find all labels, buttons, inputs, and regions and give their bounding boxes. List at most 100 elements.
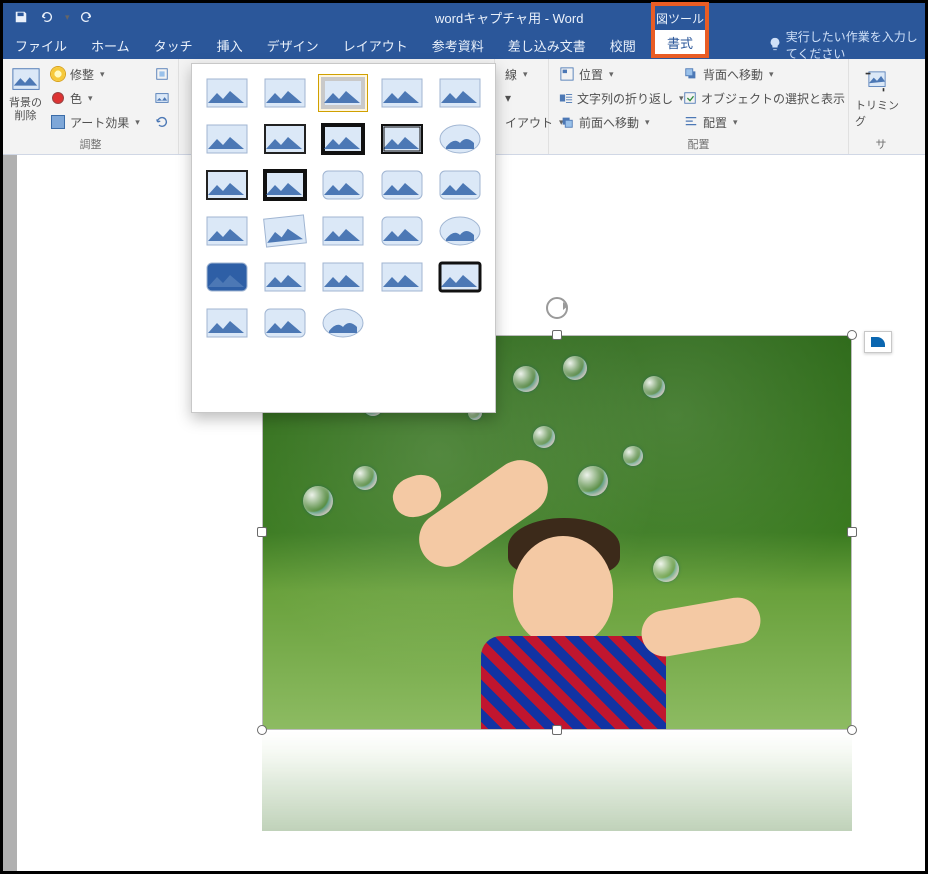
picture-style-option[interactable] bbox=[318, 304, 368, 342]
child-figure bbox=[373, 486, 733, 730]
tab-home[interactable]: ホーム bbox=[79, 31, 142, 59]
position-label: 位置 bbox=[579, 66, 603, 83]
color-button[interactable]: 色 ▾ bbox=[46, 87, 144, 109]
group-arrange-label: 配置 bbox=[555, 136, 842, 152]
picture-style-option[interactable] bbox=[202, 304, 252, 342]
wrap-text-button[interactable]: 文字列の折り返し▾ bbox=[555, 87, 675, 109]
chevron-down-icon: ▾ bbox=[100, 69, 105, 80]
tell-me-box[interactable]: 実行したい作業を入力してください bbox=[698, 31, 925, 59]
chevron-down-icon: ▾ bbox=[645, 117, 650, 128]
picture-style-option[interactable] bbox=[260, 258, 310, 296]
color-icon bbox=[50, 90, 66, 106]
tab-design[interactable]: デザイン bbox=[255, 31, 331, 59]
undo-icon[interactable] bbox=[37, 7, 57, 27]
layout-options-button[interactable] bbox=[864, 331, 892, 353]
picture-style-option[interactable] bbox=[435, 166, 485, 204]
picture-style-option[interactable] bbox=[202, 212, 252, 250]
picture-style-option[interactable] bbox=[377, 258, 427, 296]
rotate-handle[interactable] bbox=[546, 297, 568, 319]
picture-style-option[interactable] bbox=[435, 120, 485, 158]
picture-style-option[interactable] bbox=[318, 212, 368, 250]
wrap-label: 文字列の折り返し bbox=[577, 90, 673, 107]
picture-style-option[interactable] bbox=[202, 74, 252, 112]
picture-style-option[interactable] bbox=[377, 120, 427, 158]
send-backward-button[interactable]: 背面へ移動 ▾ bbox=[679, 63, 839, 85]
picture-style-option[interactable] bbox=[260, 212, 310, 250]
format-tab-highlight: 書式 bbox=[651, 30, 709, 58]
remove-background-button[interactable]: 背景の 削除 bbox=[9, 63, 42, 122]
tab-mailings[interactable]: 差し込み文書 bbox=[496, 31, 598, 59]
compress-icon bbox=[154, 66, 170, 82]
picture-reflection bbox=[262, 731, 852, 831]
picture-style-option[interactable] bbox=[318, 166, 368, 204]
resize-handle-w[interactable] bbox=[257, 527, 267, 537]
align-button[interactable]: 配置▾ bbox=[679, 111, 839, 133]
tab-format[interactable]: 書式 bbox=[655, 30, 705, 54]
crop-icon bbox=[862, 65, 892, 95]
resize-handle-ne[interactable] bbox=[847, 330, 857, 340]
chevron-down-icon: ▾ bbox=[609, 69, 614, 80]
group-arrange: 位置▾ 文字列の折り返し▾ 前面へ移動▾ 背面へ移動▾ オブ bbox=[549, 59, 849, 154]
tell-me-placeholder: 実行したい作業を入力してください bbox=[786, 28, 925, 62]
picture-style-option[interactable] bbox=[435, 212, 485, 250]
picture-style-option[interactable] bbox=[318, 120, 368, 158]
left-gutter bbox=[3, 155, 17, 871]
selection-icon bbox=[683, 90, 697, 106]
tab-insert[interactable]: 挿入 bbox=[205, 31, 255, 59]
picture-style-option[interactable] bbox=[318, 74, 368, 112]
picture-style-option[interactable] bbox=[377, 212, 427, 250]
resize-handle-se[interactable] bbox=[847, 725, 857, 735]
peek-label bbox=[501, 136, 542, 152]
chevron-down-icon: ▾ bbox=[769, 69, 774, 80]
crop-label: トリミング bbox=[855, 97, 899, 129]
selection-pane-button[interactable]: オブジェクトの選択と表示 bbox=[679, 87, 839, 109]
change-picture-button[interactable] bbox=[150, 87, 174, 109]
resize-handle-n[interactable] bbox=[552, 330, 562, 340]
tab-layout[interactable]: レイアウト bbox=[331, 31, 420, 59]
effects-label: ▾ bbox=[505, 91, 511, 105]
picture-style-option[interactable] bbox=[202, 120, 252, 158]
backward-label: 背面へ移動 bbox=[703, 66, 763, 83]
picture-style-option[interactable] bbox=[202, 166, 252, 204]
picture-styles-gallery[interactable] bbox=[191, 63, 496, 413]
chevron-down-icon: ▾ bbox=[733, 117, 738, 128]
tab-references[interactable]: 参考資料 bbox=[420, 31, 496, 59]
picture-style-option[interactable] bbox=[435, 74, 485, 112]
picture-style-option[interactable] bbox=[260, 74, 310, 112]
picture-style-option[interactable] bbox=[318, 258, 368, 296]
bubble bbox=[533, 426, 555, 448]
picture-style-option[interactable] bbox=[377, 74, 427, 112]
picture-style-option[interactable] bbox=[260, 304, 310, 342]
bubble bbox=[513, 366, 539, 392]
forward-icon bbox=[559, 114, 575, 130]
ribbon-tabs: ファイル ホーム タッチ 挿入 デザイン レイアウト 参考資料 差し込み文書 校… bbox=[3, 31, 925, 59]
tab-touch[interactable]: タッチ bbox=[142, 31, 205, 59]
artistic-effects-button[interactable]: アート効果 ▾ bbox=[46, 111, 144, 133]
picture-style-option[interactable] bbox=[260, 120, 310, 158]
corrections-button[interactable]: 修整 ▾ bbox=[46, 63, 144, 85]
bubble bbox=[303, 486, 333, 516]
picture-style-option[interactable] bbox=[260, 166, 310, 204]
resize-handle-e[interactable] bbox=[847, 527, 857, 537]
reset-picture-button[interactable] bbox=[150, 111, 174, 133]
artistic-label: アート効果 bbox=[70, 114, 129, 131]
picture-style-option[interactable] bbox=[435, 258, 485, 296]
picture-style-option[interactable] bbox=[377, 166, 427, 204]
position-icon bbox=[559, 66, 575, 82]
tab-review[interactable]: 校閲 bbox=[598, 31, 648, 59]
compress-pictures-button[interactable] bbox=[150, 63, 174, 85]
change-picture-icon bbox=[154, 90, 170, 106]
forward-label: 前面へ移動 bbox=[579, 114, 639, 131]
bubble bbox=[563, 356, 587, 380]
position-button[interactable]: 位置 ▾ bbox=[555, 63, 675, 85]
tab-file[interactable]: ファイル bbox=[3, 31, 79, 59]
bring-forward-button[interactable]: 前面へ移動 ▾ bbox=[555, 111, 675, 133]
chevron-down-icon: ▾ bbox=[523, 69, 528, 80]
picture-style-option[interactable] bbox=[202, 258, 252, 296]
redo-icon[interactable] bbox=[76, 7, 96, 27]
resize-handle-s[interactable] bbox=[552, 725, 562, 735]
undo-dropdown-icon[interactable]: ▾ bbox=[65, 12, 70, 23]
save-icon[interactable] bbox=[11, 7, 31, 27]
resize-handle-sw[interactable] bbox=[257, 725, 267, 735]
crop-button[interactable]: トリミング bbox=[855, 63, 899, 129]
